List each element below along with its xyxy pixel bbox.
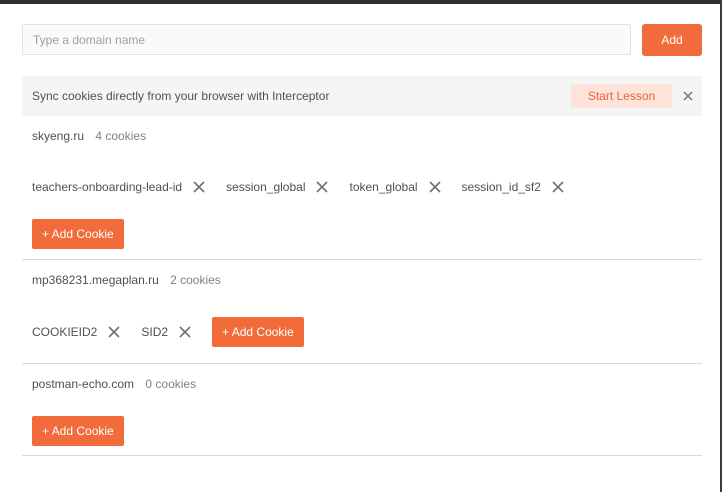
remove-cookie-icon[interactable] xyxy=(315,180,329,194)
cookie-count: 4 cookies xyxy=(95,129,147,143)
domain-header: mp368231.megaplan.ru 2 cookies xyxy=(32,273,221,287)
domain-name: postman-echo.com xyxy=(32,377,135,391)
cookie-list: COOKIEID2 SID2 + Add Cookie xyxy=(32,317,304,347)
add-domain-button[interactable]: Add xyxy=(642,24,702,56)
domain-section-megaplan: mp368231.megaplan.ru 2 cookies COOKIEID2… xyxy=(22,272,702,364)
remove-cookie-icon[interactable] xyxy=(551,180,565,194)
remove-cookie-icon[interactable] xyxy=(107,325,121,339)
cookie-name[interactable]: token_global xyxy=(349,180,417,194)
cookie-chip: teachers-onboarding-lead-id xyxy=(32,172,206,202)
remove-cookie-icon[interactable] xyxy=(178,325,192,339)
cookie-chip: SID2 xyxy=(141,317,192,347)
domain-header: postman-echo.com 0 cookies xyxy=(32,377,196,391)
interceptor-banner: Sync cookies directly from your browser … xyxy=(22,76,702,116)
cookie-name[interactable]: session_id_sf2 xyxy=(462,180,541,194)
domain-section-skyeng: skyeng.ru 4 cookies teachers-onboarding-… xyxy=(22,128,702,260)
cookie-name[interactable]: session_global xyxy=(226,180,305,194)
cookie-count: 0 cookies xyxy=(145,377,197,391)
close-icon[interactable] xyxy=(680,88,696,104)
interceptor-banner-text: Sync cookies directly from your browser … xyxy=(32,89,330,103)
manage-cookies-modal: Add Sync cookies directly from your brow… xyxy=(0,4,720,492)
cookie-chip: COOKIEID2 xyxy=(32,317,121,347)
cookie-count: 2 cookies xyxy=(170,273,221,287)
cookie-chip: session_id_sf2 xyxy=(462,172,565,202)
add-cookie-button[interactable]: + Add Cookie xyxy=(32,416,124,446)
start-lesson-button[interactable]: Start Lesson xyxy=(571,84,672,108)
domain-header: skyeng.ru 4 cookies xyxy=(32,129,146,143)
domain-name-input[interactable] xyxy=(22,24,631,55)
cookie-name[interactable]: teachers-onboarding-lead-id xyxy=(32,180,182,194)
remove-cookie-icon[interactable] xyxy=(192,180,206,194)
cookie-list: teachers-onboarding-lead-id session_glob… xyxy=(32,172,585,202)
cookie-name[interactable]: SID2 xyxy=(141,325,168,339)
add-cookie-button[interactable]: + Add Cookie xyxy=(212,317,304,347)
domain-section-postman-echo: postman-echo.com 0 cookies + Add Cookie xyxy=(22,376,702,456)
cookie-chip: token_global xyxy=(349,172,441,202)
cookie-chip: session_global xyxy=(226,172,329,202)
domain-name: skyeng.ru xyxy=(32,129,85,143)
cookie-name[interactable]: COOKIEID2 xyxy=(32,325,97,339)
remove-cookie-icon[interactable] xyxy=(428,180,442,194)
add-cookie-button[interactable]: + Add Cookie xyxy=(32,219,124,249)
domain-name: mp368231.megaplan.ru xyxy=(32,273,159,287)
